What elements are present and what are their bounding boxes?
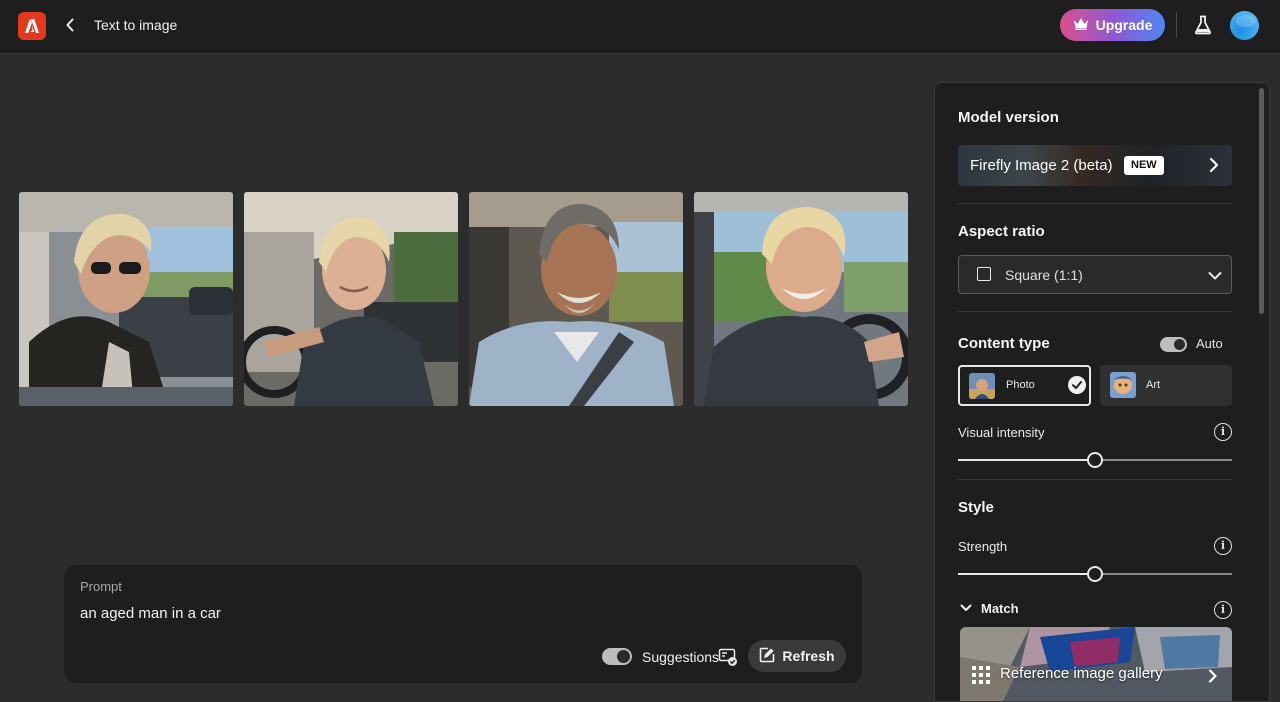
chevron-right-icon bbox=[1209, 157, 1219, 178]
refresh-icon bbox=[759, 647, 775, 666]
aspect-ratio-value: Square (1:1) bbox=[1005, 267, 1083, 283]
section-divider bbox=[958, 203, 1232, 204]
refresh-label: Refresh bbox=[782, 648, 835, 664]
strength-fill bbox=[958, 573, 1095, 575]
top-bar: Text to image Upgrade bbox=[0, 0, 1280, 54]
chevron-down-icon bbox=[960, 599, 972, 617]
adobe-firefly-icon[interactable] bbox=[18, 12, 46, 40]
checkmark-icon bbox=[1068, 376, 1086, 394]
suggestions-settings-icon[interactable] bbox=[718, 647, 738, 667]
content-type-photo[interactable]: Photo bbox=[958, 365, 1091, 406]
content-type-art-label: Art bbox=[1146, 379, 1161, 391]
match-toggle[interactable]: Match bbox=[960, 599, 1019, 617]
generated-image-1[interactable] bbox=[19, 192, 233, 406]
visual-intensity-label: Visual intensity bbox=[958, 425, 1045, 440]
model-version-label: Firefly Image 2 (beta) bbox=[970, 157, 1113, 174]
user-avatar[interactable] bbox=[1230, 11, 1259, 40]
settings-panel: Model version Firefly Image 2 (beta) NEW… bbox=[934, 82, 1270, 702]
info-icon[interactable]: i bbox=[1214, 601, 1232, 619]
header-divider bbox=[1176, 12, 1177, 38]
refresh-button[interactable]: Refresh bbox=[748, 640, 846, 672]
style-title: Style bbox=[958, 499, 994, 516]
art-thumbnail bbox=[1110, 372, 1136, 398]
content-type-photo-label: Photo bbox=[1006, 379, 1035, 391]
info-icon[interactable]: i bbox=[1214, 537, 1232, 555]
section-divider bbox=[958, 479, 1232, 480]
panel-scrollbar[interactable] bbox=[1259, 88, 1264, 314]
page-title: Text to image bbox=[94, 17, 178, 33]
visual-intensity-fill bbox=[958, 459, 1095, 461]
suggestions-label: Suggestions bbox=[642, 649, 720, 665]
auto-toggle[interactable] bbox=[1160, 337, 1187, 352]
prompt-input[interactable]: an aged man in a car bbox=[80, 605, 840, 622]
generated-image-4[interactable] bbox=[694, 192, 908, 406]
square-icon bbox=[977, 267, 991, 281]
prompt-panel: Prompt an aged man in a car Suggestions … bbox=[64, 565, 862, 683]
new-badge: NEW bbox=[1124, 156, 1164, 175]
suggestions-toggle[interactable] bbox=[602, 648, 632, 665]
chevron-down-icon bbox=[1208, 268, 1222, 286]
content-type-art[interactable]: Art bbox=[1100, 365, 1232, 406]
strength-slider[interactable] bbox=[958, 566, 1232, 582]
match-label: Match bbox=[981, 600, 1019, 616]
strength-label: Strength bbox=[958, 539, 1008, 554]
model-version-selector[interactable]: Firefly Image 2 (beta) NEW bbox=[958, 145, 1232, 186]
model-version-title: Model version bbox=[958, 109, 1059, 126]
visual-intensity-slider[interactable] bbox=[958, 452, 1232, 468]
auto-label: Auto bbox=[1196, 336, 1223, 351]
section-divider bbox=[958, 311, 1232, 312]
strength-handle[interactable] bbox=[1087, 566, 1103, 582]
prompt-label: Prompt bbox=[80, 579, 122, 594]
visual-intensity-handle[interactable] bbox=[1087, 452, 1103, 468]
crown-icon bbox=[1073, 17, 1089, 33]
upgrade-button[interactable]: Upgrade bbox=[1060, 9, 1165, 41]
reference-image-gallery-button[interactable]: Reference image gallery bbox=[960, 627, 1232, 701]
aspect-ratio-dropdown[interactable]: Square (1:1) bbox=[958, 255, 1232, 294]
content-type-title: Content type bbox=[958, 335, 1050, 352]
flask-icon[interactable] bbox=[1192, 14, 1214, 36]
aspect-ratio-title: Aspect ratio bbox=[958, 223, 1045, 240]
grid-icon bbox=[972, 666, 990, 689]
generated-image-2[interactable] bbox=[244, 192, 458, 406]
chevron-right-icon bbox=[1208, 669, 1218, 688]
info-icon[interactable]: i bbox=[1214, 423, 1232, 441]
upgrade-label: Upgrade bbox=[1095, 17, 1153, 33]
generated-image-3[interactable] bbox=[469, 192, 683, 406]
reference-image-gallery-label: Reference image gallery bbox=[1000, 665, 1163, 682]
photo-thumbnail bbox=[969, 373, 995, 399]
back-arrow-icon[interactable] bbox=[62, 14, 78, 36]
